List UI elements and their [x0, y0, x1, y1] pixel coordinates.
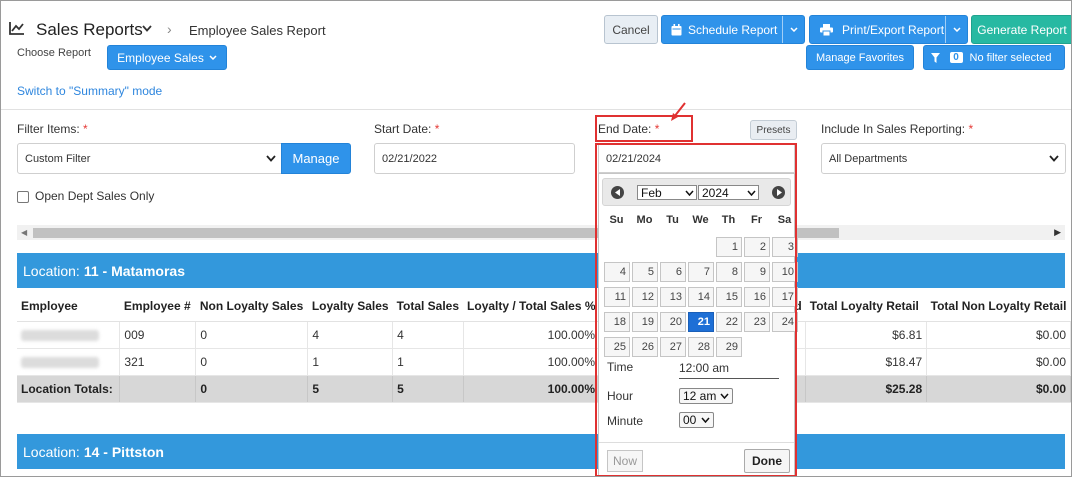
horizontal-scrollbar[interactable]: ◀ ▶ [17, 225, 1065, 240]
location-name: 14 - Pittston [83, 443, 164, 460]
employee-name-cell [17, 348, 121, 376]
presets-button[interactable]: Presets [750, 120, 797, 140]
breadcrumb: Employee Sales Report [189, 23, 326, 38]
table-cell: 1 [307, 348, 394, 376]
redacted-name [21, 329, 99, 341]
table-cell: 0 [195, 321, 309, 349]
schedule-report-button[interactable]: Schedule Report [661, 15, 805, 44]
include-sales-label: Include In Sales Reporting: * [821, 122, 973, 136]
chevron-down-icon [266, 155, 276, 162]
filter-items-select[interactable]: Custom Filter [17, 143, 283, 174]
table-cell: 0 [195, 348, 309, 376]
calendar-icon [671, 24, 682, 36]
column-header[interactable]: Non Loyalty Sales [195, 291, 308, 322]
chevron-down-icon [789, 27, 798, 32]
location-prefix: Location: [23, 443, 80, 460]
table-cell: 5 [307, 375, 394, 403]
column-header[interactable]: Employee [17, 291, 120, 322]
column-header[interactable]: Total Non Loyalty Retail [926, 291, 1071, 322]
filter-items-value: Custom Filter [25, 152, 91, 165]
filter-selection-button[interactable]: 0 No filter selected [923, 45, 1065, 70]
filter-icon [930, 52, 940, 63]
filter-count-badge: 0 [949, 52, 963, 63]
table-cell: $0.00 [926, 321, 1071, 349]
table-cell: 4 [392, 321, 464, 349]
filter-items-label-text: Filter Items: [17, 122, 80, 136]
report-page: Sales Reports › Employee Sales Report Ca… [0, 0, 1072, 477]
include-sales-label-text: Include In Sales Reporting: [821, 122, 966, 136]
annotation-arrow-icon [671, 102, 686, 121]
manage-favorites-button[interactable]: Manage Favorites [806, 45, 914, 70]
location-prefix: Location: [23, 262, 80, 279]
filter-items-label: Filter Items: * [17, 122, 88, 136]
column-header[interactable]: Total Sales [392, 291, 464, 322]
table-cell: $25.28 [805, 375, 928, 403]
printer-icon [820, 24, 833, 36]
start-date-label: Start Date: * [374, 122, 439, 136]
table-cell: 100.00% [463, 375, 601, 403]
location-header: Location: 14 - Pittston [17, 434, 1065, 469]
chevron-down-icon [952, 27, 961, 32]
table-cell: 321 [119, 348, 197, 376]
print-export-label: Print/Export Report [842, 22, 945, 37]
generate-report-button[interactable]: Generate Report [971, 15, 1071, 44]
table-cell: 009 [119, 321, 197, 349]
choose-report-value: Employee Sales [117, 50, 204, 65]
switch-summary-link[interactable]: Switch to "Summary" mode [17, 84, 162, 98]
table-cell: $0.00 [926, 375, 1071, 403]
location-header: Location: 11 - Matamoras [17, 253, 1065, 288]
scroll-left-icon[interactable]: ◀ [21, 228, 27, 237]
table-cell: 0 [195, 375, 309, 403]
totals-label: Location Totals: [17, 375, 121, 403]
column-header[interactable]: Loyalty / Total Sales % [463, 291, 600, 322]
table-cell [119, 375, 197, 403]
include-sales-select[interactable]: All Departments [821, 143, 1066, 174]
table-cell: $6.81 [805, 321, 928, 349]
table-cell: $18.47 [805, 348, 928, 376]
chevron-down-icon [209, 55, 217, 60]
table-cell: 100.00% [463, 321, 601, 349]
employee-name-cell [17, 321, 121, 349]
table-cell: 5 [392, 375, 464, 403]
required-mark: * [83, 122, 88, 136]
chevron-down-icon[interactable] [142, 25, 152, 32]
start-date-label-text: Start Date: [374, 122, 432, 136]
schedule-report-label: Schedule Report [688, 22, 778, 37]
print-dropdown-toggle[interactable] [945, 16, 967, 43]
table-cell: 100.00% [463, 348, 601, 376]
table-row: 321 0 1 1 100.00% $18.47 $0.00 [17, 348, 1071, 376]
location-name: 11 - Matamoras [83, 262, 185, 279]
manage-button[interactable]: Manage [281, 143, 351, 174]
column-header[interactable]: Total Loyalty Retail [805, 291, 927, 322]
annotation-highlight-datepicker [595, 143, 797, 476]
totals-row: Location Totals: 0 5 5 100.00% $25.28 $0… [17, 375, 1071, 403]
breadcrumb-separator-icon: › [167, 21, 172, 37]
required-mark: * [434, 122, 440, 136]
choose-report-label: Choose Report [17, 47, 91, 59]
open-dept-checkbox[interactable] [17, 191, 29, 203]
table-row: 009 0 4 4 100.00% $6.81 $0.00 [17, 321, 1071, 349]
open-dept-label[interactable]: Open Dept Sales Only [35, 189, 154, 203]
include-sales-value: All Departments [829, 152, 908, 165]
chevron-down-icon [1049, 155, 1059, 162]
schedule-dropdown-toggle[interactable] [782, 16, 804, 43]
choose-report-dropdown[interactable]: Employee Sales [107, 45, 227, 70]
app-title[interactable]: Sales Reports [36, 20, 143, 40]
filter-selection-label: No filter selected [969, 51, 1052, 64]
scroll-right-icon[interactable]: ▶ [1054, 227, 1061, 238]
start-date-input[interactable]: 02/21/2022 [374, 143, 575, 174]
cancel-button[interactable]: Cancel [604, 15, 658, 44]
column-header[interactable]: Loyalty Sales [307, 291, 393, 322]
sales-table: Employee Employee # Non Loyalty Sales Lo… [17, 291, 1071, 403]
divider [1, 109, 1071, 110]
required-mark: * [968, 122, 974, 136]
table-cell: 1 [392, 348, 464, 376]
redacted-name [21, 356, 99, 368]
start-date-value: 02/21/2022 [382, 152, 438, 165]
line-chart-icon [9, 22, 24, 35]
table-cell: $0.00 [926, 348, 1071, 376]
print-export-button[interactable]: Print/Export Report [809, 15, 968, 44]
column-header[interactable]: Employee # [119, 291, 196, 322]
table-cell: 4 [307, 321, 394, 349]
